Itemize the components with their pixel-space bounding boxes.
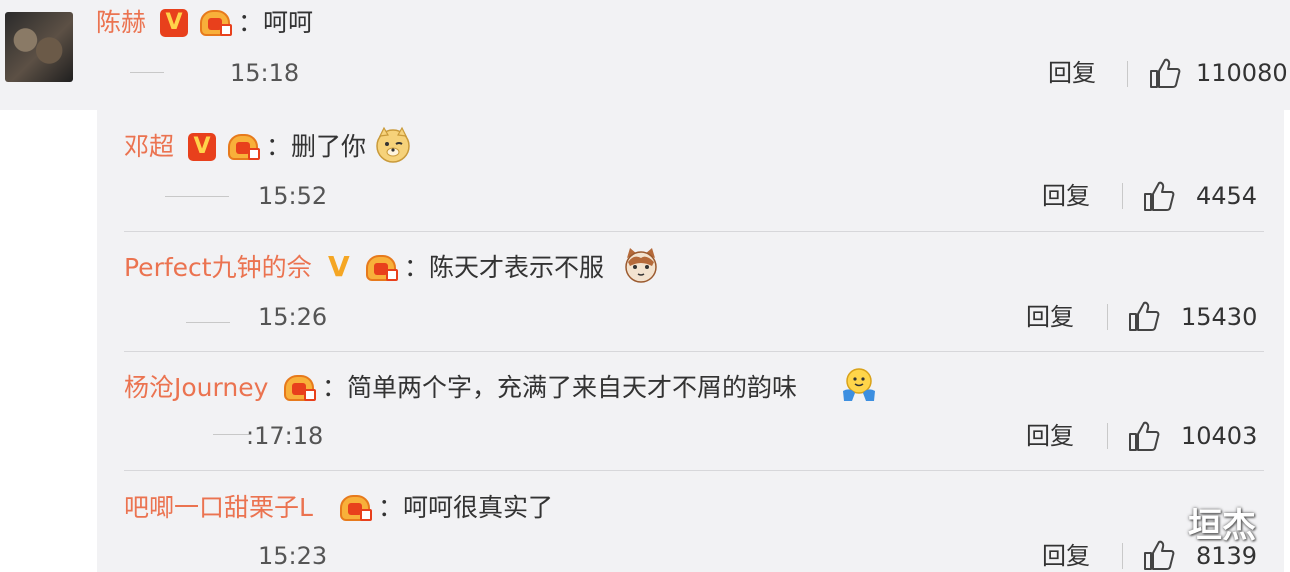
separator bbox=[1127, 61, 1128, 87]
reply-text: ：简单两个字，充满了来自天才不屑的韵味 bbox=[322, 373, 798, 402]
reply-text: ：删了你 bbox=[266, 132, 367, 161]
reply-time: 15:26 bbox=[258, 303, 328, 331]
thumbs-up-icon[interactable] bbox=[1127, 300, 1161, 332]
fan-badge-icon bbox=[198, 8, 234, 38]
main-comment-text: ：呵呵 bbox=[238, 8, 314, 37]
reply-text: ：呵呵很真实了 bbox=[378, 493, 554, 522]
like-count: 15430 bbox=[1181, 303, 1258, 331]
reply-button[interactable]: 回复 bbox=[1042, 541, 1090, 571]
fan-badge-icon bbox=[338, 493, 374, 523]
like-count: 110080 bbox=[1196, 59, 1288, 87]
separator bbox=[1122, 543, 1123, 569]
reply-button[interactable]: 回复 bbox=[1042, 181, 1090, 211]
separator bbox=[1107, 304, 1108, 330]
reply-text: ：陈天才表示不服 bbox=[404, 253, 605, 282]
reply-username[interactable]: Perfect九钟的佘 bbox=[124, 253, 312, 283]
separator bbox=[1107, 423, 1108, 449]
thumbs-up-icon[interactable] bbox=[1142, 539, 1176, 571]
thumbs-up-icon[interactable] bbox=[1127, 420, 1161, 452]
reply-button[interactable]: 回复 bbox=[1048, 58, 1096, 88]
thumbs-up-icon[interactable] bbox=[1142, 180, 1176, 212]
like-count: 4454 bbox=[1196, 182, 1258, 210]
cat-emoji bbox=[625, 248, 657, 283]
divider bbox=[165, 196, 229, 197]
hug-emoji bbox=[843, 368, 875, 401]
reply-username[interactable]: 杨沧Journey bbox=[124, 373, 268, 403]
fan-badge-icon bbox=[226, 132, 262, 162]
watermark: 垣杰 bbox=[1188, 506, 1256, 546]
reply-username[interactable]: 吧唧一口甜栗子L bbox=[124, 493, 313, 523]
divider bbox=[130, 72, 164, 73]
reply-time: 15:52 bbox=[258, 182, 328, 210]
avatar[interactable] bbox=[5, 12, 73, 82]
divider bbox=[124, 470, 1264, 471]
verified-badge-icon: V bbox=[188, 133, 216, 161]
verified-badge-icon: V bbox=[160, 9, 188, 37]
divider bbox=[124, 351, 1264, 352]
like-count: 10403 bbox=[1181, 422, 1258, 450]
reply-button[interactable]: 回复 bbox=[1026, 302, 1074, 332]
doge-emoji bbox=[376, 126, 410, 163]
main-comment-time: 15:18 bbox=[230, 59, 300, 87]
fan-badge-icon bbox=[282, 373, 318, 403]
verified-badge-icon: V bbox=[328, 250, 350, 283]
reply-time: :17:18 bbox=[246, 422, 324, 450]
reply-username[interactable]: 邓超 bbox=[124, 132, 174, 162]
separator bbox=[1122, 183, 1123, 209]
thumbs-up-icon[interactable] bbox=[1148, 57, 1182, 89]
divider bbox=[124, 231, 1264, 232]
reply-time: 15:23 bbox=[258, 542, 328, 570]
main-comment: 陈赫 V ：呵呵 15:18 回复 110080 bbox=[0, 0, 1290, 110]
main-comment-username[interactable]: 陈赫 bbox=[96, 8, 146, 38]
reply-button[interactable]: 回复 bbox=[1026, 421, 1074, 451]
fan-badge-icon bbox=[364, 253, 400, 283]
divider bbox=[186, 322, 230, 323]
divider bbox=[213, 434, 249, 435]
